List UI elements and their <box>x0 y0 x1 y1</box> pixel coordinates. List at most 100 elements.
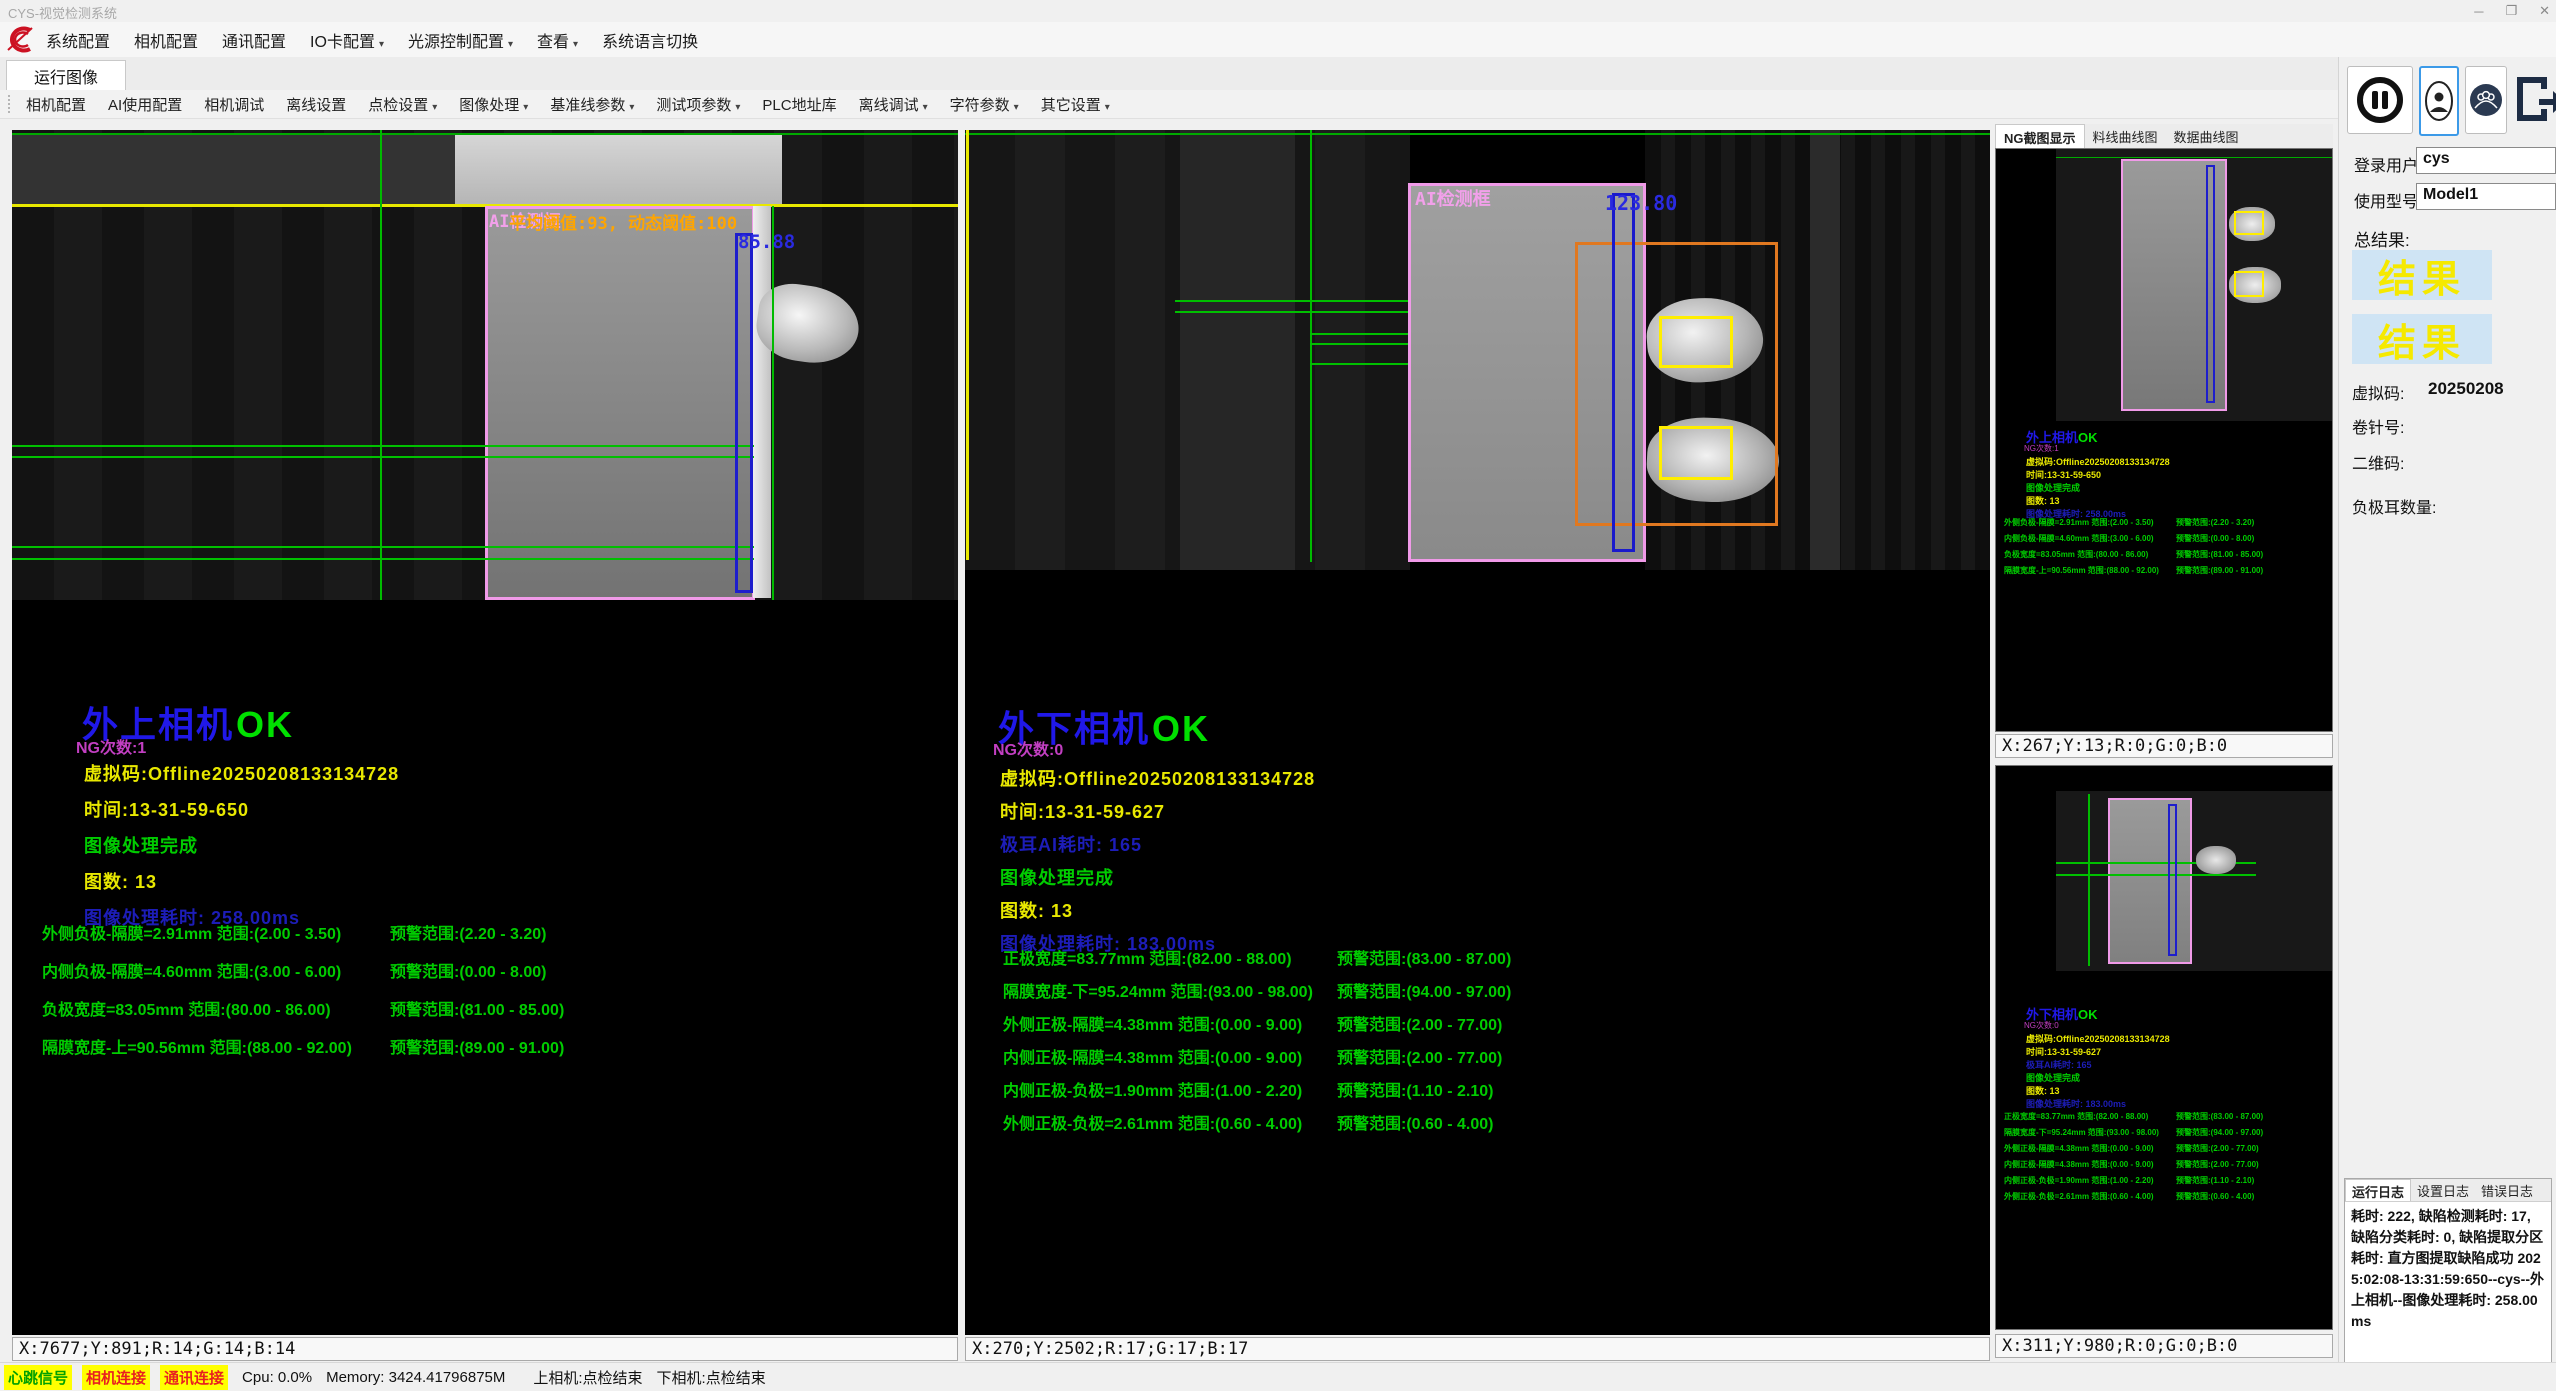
toolbar-item-基准线参数[interactable]: 基准线参数▾ <box>550 94 634 115</box>
info-line: 虚拟码:Offline20250208133134728 <box>2026 455 2170 468</box>
chevron-down-icon: ▾ <box>379 39 384 50</box>
info-line: 图像处理完成 <box>2026 481 2080 494</box>
measurement-warn-range: 预警范围:(89.00 - 91.00) <box>390 1034 564 1058</box>
column-band <box>1810 130 1840 570</box>
defect-yellow-box-2 <box>1659 426 1733 480</box>
upper-camera-panel[interactable]: AI检测框 平均阈值:93, 动态阈值:100 85.88 外上相机OK NG次… <box>12 130 958 1335</box>
measurement-warn-range: 预警范围:(2.00 - 77.00) <box>1337 1011 1502 1035</box>
menu-item-IO卡配置[interactable]: IO卡配置▾ <box>310 28 384 52</box>
model-label: 使用型号: <box>2354 188 2422 212</box>
toolbar-item-字符参数[interactable]: 字符参数▾ <box>950 94 1019 115</box>
toolbar-item-相机调试[interactable]: 相机调试 <box>204 94 264 115</box>
toolbar-item-其它设置[interactable]: 其它设置▾ <box>1041 94 1110 115</box>
maximize-button[interactable]: ❐ <box>2505 3 2517 19</box>
ng-preview-lower[interactable]: 外下相机OK NG次数:0 虚拟码:Offline202502081331347… <box>1995 765 2333 1330</box>
app-logo-icon <box>2 22 38 57</box>
measurement-row: 正极宽度=83.77mm 范围:(82.00 - 88.00)预警范围:(83.… <box>1996 1111 2332 1127</box>
menu-item-光源控制配置[interactable]: 光源控制配置▾ <box>408 28 513 52</box>
toolbar-item-PLC地址库[interactable]: PLC地址库 <box>762 94 836 115</box>
toolbar-item-测试项参数[interactable]: 测试项参数▾ <box>656 94 740 115</box>
measurement-row: 内侧正极-隔膜=4.38mm 范围:(0.00 - 9.00)预警范围:(2.0… <box>965 1044 1990 1077</box>
upper-camera-image: AI检测框 平均阈值:93, 动态阈值:100 85.88 <box>12 130 958 600</box>
log-tab-错误日志[interactable]: 错误日志 <box>2475 1179 2539 1201</box>
toolbar-item-相机配置[interactable]: 相机配置 <box>26 94 86 115</box>
logout-button[interactable] <box>2513 66 2556 132</box>
menu-item-通讯配置[interactable]: 通讯配置 <box>222 28 286 52</box>
ng-preview-lower-coordbar: X:311;Y:980;R:0;G:0;B:0 <box>1995 1334 2333 1358</box>
measurement-row: 隔膜宽度-下=95.24mm 范围:(93.00 - 98.00)预警范围:(9… <box>1996 1127 2332 1143</box>
upper-camera-coordbar: X:7677;Y:891;R:14;G:14;B:14 <box>12 1337 958 1361</box>
measurement-warn-range: 预警范围:(0.00 - 8.00) <box>2176 533 2254 544</box>
login-user-label: 登录用户: <box>2354 152 2422 176</box>
info-line: 极耳AI耗时: 165 <box>2026 1058 2092 1071</box>
info-line: 虚拟码:Offline20250208133134728 <box>84 760 399 786</box>
status-chip-心跳信号: 心跳信号 <box>4 1365 72 1390</box>
log-tab-strip: 运行日志设置日志错误日志 <box>2345 1179 2551 1202</box>
ng-preview-upper-coordbar: X:267;Y:13;R:0;G:0;B:0 <box>1995 734 2333 758</box>
log-tab-运行日志[interactable]: 运行日志 <box>2345 1179 2411 1201</box>
users-icon <box>2469 83 2503 117</box>
vcode-label: 虚拟码: <box>2352 380 2404 404</box>
model-field[interactable]: Model1 <box>2416 183 2556 210</box>
pause-button[interactable] <box>2347 66 2413 134</box>
menu-item-系统配置[interactable]: 系统配置 <box>46 28 110 52</box>
measure-line-green <box>12 558 754 560</box>
ng-tab-NG截图显示[interactable]: NG截图显示 <box>1995 124 2085 148</box>
chevron-down-icon: ▾ <box>923 102 928 113</box>
measurement-warn-range: 预警范围:(1.10 - 2.10) <box>1337 1077 1494 1101</box>
toolbar-item-离线调试[interactable]: 离线调试▾ <box>859 94 928 115</box>
measurement-text: 隔膜宽度-上=90.56mm 范围:(88.00 - 92.00) <box>42 1034 352 1058</box>
user-manage-button[interactable] <box>2465 66 2507 134</box>
chevron-down-icon: ▾ <box>508 39 513 50</box>
minimize-button[interactable]: ─ <box>2474 4 2483 19</box>
measurement-row: 外侧正极-隔膜=4.38mm 范围:(0.00 - 9.00)预警范围:(2.0… <box>1996 1143 2332 1159</box>
vcode-value: 20250208 <box>2428 379 2504 399</box>
login-user-button[interactable] <box>2419 66 2459 136</box>
measurement-text: 外侧正极-隔膜=4.38mm 范围:(0.00 - 9.00) <box>2004 1143 2154 1154</box>
info-line: 时间:13-31-59-650 <box>84 796 249 822</box>
lower-camera-panel[interactable]: AI检测框 123.80 外下相机OK NG次数:0 虚拟码:Offline20… <box>965 130 1990 1335</box>
measure-line-green <box>12 445 754 447</box>
status-chip-相机连接: 相机连接 <box>82 1365 150 1390</box>
close-button[interactable]: ✕ <box>2539 3 2550 19</box>
measurement-list: 正极宽度=83.77mm 范围:(82.00 - 88.00)预警范围:(83.… <box>965 945 1990 1143</box>
measurement-text: 隔膜宽度-下=95.24mm 范围:(93.00 - 98.00) <box>2004 1127 2159 1138</box>
toolbar-item-离线设置[interactable]: 离线设置 <box>286 94 346 115</box>
title-bar: CYS-视觉检测系统 ─ ❐ ✕ <box>0 0 2556 23</box>
measurement-text: 正极宽度=83.77mm 范围:(82.00 - 88.00) <box>1003 945 1292 969</box>
toolbar: 相机配置 AI使用配置 相机调试 离线设置 点检设置▾ 图像处理▾ 基准线参数▾ 测试项参数▾… <box>0 90 2556 119</box>
mini-camera-image <box>2056 791 2333 971</box>
lighter-band <box>1180 130 1295 570</box>
result-badge-upper: 结果 <box>2352 250 2492 300</box>
ng-tab-料线曲线图[interactable]: 料线曲线图 <box>2085 124 2166 148</box>
log-tab-设置日志[interactable]: 设置日志 <box>2411 1179 2475 1201</box>
measurement-warn-range: 预警范围:(2.20 - 3.20) <box>2176 517 2254 528</box>
battery-region-box <box>485 206 755 600</box>
menu-item-系统语言切换[interactable]: 系统语言切换 <box>602 28 698 52</box>
measurement-text: 隔膜宽度-下=95.24mm 范围:(93.00 - 98.00) <box>1003 978 1313 1002</box>
logout-door-icon <box>2513 73 2556 125</box>
measurement-text: 外侧负极-隔膜=2.91mm 范围:(2.00 - 3.50) <box>2004 517 2154 528</box>
toolbar-item-点检设置[interactable]: 点检设置▾ <box>368 94 437 115</box>
info-line: 极耳AI耗时: 165 <box>1000 831 1142 857</box>
measurement-warn-range: 预警范围:(81.00 - 85.00) <box>390 996 564 1020</box>
tab-run-image[interactable]: 运行图像 <box>6 60 126 91</box>
log-text: 耗时: 222, 缺陷检测耗时: 17, 缺陷分类耗时: 0, 缺陷提取分区耗时… <box>2345 1202 2551 1336</box>
info-line: 图像处理完成 <box>2026 1071 2080 1084</box>
tab-strip: 运行图像 <box>0 57 2556 91</box>
measurement-row: 外侧正极-负极=2.61mm 范围:(0.60 - 4.00)预警范围:(0.6… <box>1996 1191 2332 1207</box>
login-user-field[interactable]: cys <box>2416 147 2556 174</box>
measure-value-label: 85.88 <box>738 231 795 253</box>
roi-orange-box <box>1575 242 1778 526</box>
measurement-warn-range: 预警范围:(2.00 - 77.00) <box>1337 1044 1502 1068</box>
menu-item-相机配置[interactable]: 相机配置 <box>134 28 198 52</box>
toolbar-item-AI使用配置[interactable]: AI使用配置 <box>108 94 182 115</box>
toolbar-item-图像处理[interactable]: 图像处理▾ <box>459 94 528 115</box>
ng-preview-upper[interactable]: 外上相机OK NG次数:1 虚拟码:Offline202502081331347… <box>1995 148 2333 732</box>
roi-blue-box <box>1612 193 1635 552</box>
measurement-row: 内侧负极-隔膜=4.60mm 范围:(3.00 - 6.00)预警范围:(0.0… <box>12 958 958 996</box>
toolbar-grip[interactable] <box>8 95 14 113</box>
ng-tab-数据曲线图[interactable]: 数据曲线图 <box>2166 124 2247 148</box>
measure-line-green <box>12 546 754 548</box>
menu-item-查看[interactable]: 查看▾ <box>537 28 578 52</box>
